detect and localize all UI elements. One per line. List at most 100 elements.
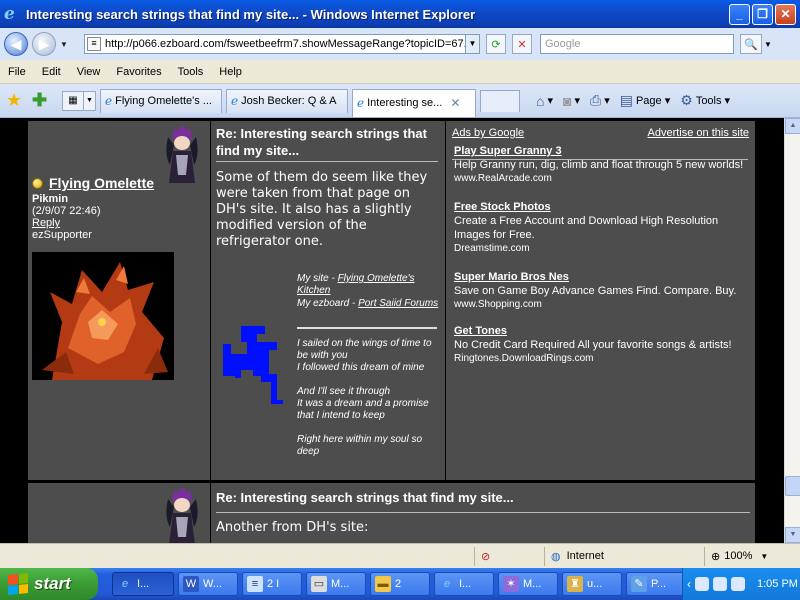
address-toolbar: ◀ ▶ ▼ ≡ http://p066.ezboard.com/fsweetbe… <box>0 28 800 60</box>
tools-menu[interactable]: ⚙ Tools ▾ <box>680 92 730 109</box>
address-dropdown[interactable]: ▼ <box>465 35 479 53</box>
ad-title-link[interactable]: Play Super Granny 3 <box>454 144 750 158</box>
app-icon: ✶ <box>503 576 519 592</box>
start-button[interactable]: start <box>0 568 98 600</box>
ad-url[interactable]: Dreamstime.com <box>454 242 750 256</box>
taskbar-notepad-button[interactable]: ≡ 2 I <box>242 572 302 596</box>
menu-view[interactable]: View <box>69 66 109 78</box>
menu-edit[interactable]: Edit <box>34 66 69 78</box>
sig-ezboard-link[interactable]: Port Saiid Forums <box>358 298 438 309</box>
home-icon[interactable]: ⌂ ▾ <box>536 93 553 109</box>
zoom-level: 100% <box>724 550 753 562</box>
post-divider <box>216 161 438 162</box>
tray-expand-icon[interactable]: ‹ <box>687 577 691 591</box>
globe-icon: ◍ <box>551 550 561 563</box>
search-input[interactable]: Google <box>540 34 734 54</box>
tab-label: Flying Omelette's ... <box>115 95 212 107</box>
print-icon[interactable]: ⎙ ▾ <box>590 92 610 109</box>
taskbar-ie2-button[interactable]: e I... <box>434 572 494 596</box>
advertise-link[interactable]: Advertise on this site <box>648 127 750 139</box>
ad-text: Save on Game Boy Advance Games Find. Com… <box>454 285 737 297</box>
menu-favorites[interactable]: Favorites <box>108 66 169 78</box>
tab-interesting-search[interactable]: e Interesting se... ✕ <box>352 88 476 117</box>
ad-url[interactable]: www.Shopping.com <box>454 298 750 312</box>
sig-poem-line-4: It was a dream and a promise that I inte… <box>297 398 429 421</box>
ad-title-link[interactable]: Free Stock Photos <box>454 200 750 214</box>
user-avatar-small <box>160 125 204 187</box>
folder-icon: ▬ <box>375 576 391 592</box>
taskbar-word-button[interactable]: W W... <box>178 572 238 596</box>
tab-josh-becker[interactable]: e Josh Becker: Q & A <box>226 88 348 113</box>
ad-title-link[interactable]: Super Mario Bros Nes <box>454 270 750 284</box>
add-favorite-icon[interactable]: ✚ <box>32 90 52 111</box>
zone-label: Internet <box>566 550 604 562</box>
title-bar: e Interesting search strings that find m… <box>0 0 800 28</box>
maximize-button[interactable]: ❐ <box>752 3 773 25</box>
address-url[interactable]: http://p066.ezboard.com/fsweetbeefrm7.sh… <box>105 38 465 50</box>
taskbar-folder-button[interactable]: ▬ 2 <box>370 572 430 596</box>
popup-blocked-icon[interactable]: ⊘ <box>474 546 544 566</box>
new-tab-button[interactable] <box>480 89 520 112</box>
scroll-down-button[interactable]: ▼ <box>785 527 800 543</box>
volume-icon[interactable] <box>713 577 727 591</box>
address-bar[interactable]: ≡ http://p066.ezboard.com/fsweetbeefrm7.… <box>84 34 480 54</box>
taskbar-label: I... <box>137 578 150 590</box>
username-link[interactable]: Flying Omelette <box>49 175 154 191</box>
sig-poem-line-1: I sailed on the wings of time to be with… <box>297 338 432 361</box>
ie-icon: e <box>443 578 451 590</box>
menu-tools[interactable]: Tools <box>170 66 212 78</box>
post2-title: Re: Interesting search strings that find… <box>216 490 514 505</box>
taskbar-label: P... <box>651 578 667 590</box>
page-menu[interactable]: ▤ Page ▾ <box>620 92 671 109</box>
taskbar-u-button[interactable]: ♜ u... <box>562 572 622 596</box>
tab-label: Interesting se... <box>367 97 443 109</box>
notepad-icon: ≡ <box>247 576 263 592</box>
ad-title-link[interactable]: Get Tones <box>454 324 750 338</box>
sig-site: My site - Flying Omelette's Kitchen <box>297 273 441 297</box>
signature-divider <box>297 327 437 329</box>
quick-tabs-button[interactable]: ▦ <box>62 90 84 111</box>
zoom-control[interactable]: ⊕ 100% ▼ <box>704 546 800 566</box>
close-tab-icon[interactable]: ✕ <box>450 96 460 110</box>
minimize-button[interactable]: _ <box>729 3 750 25</box>
reply-link[interactable]: Reply <box>32 217 60 229</box>
taskbar-m-button[interactable]: ✶ M... <box>498 572 558 596</box>
ads-by-google-link[interactable]: Ads by Google <box>452 127 524 139</box>
back-button[interactable]: ◀ <box>4 32 28 56</box>
recent-pages-dropdown[interactable]: ▼ <box>60 40 70 49</box>
favorites-star-icon[interactable]: ★ <box>6 90 26 111</box>
signature-logo <box>223 326 283 404</box>
menu-help[interactable]: Help <box>211 66 250 78</box>
security-zone[interactable]: ◍ Internet <box>544 546 704 566</box>
taskbar-ie-button[interactable]: e I... <box>112 572 174 596</box>
tab-flying-omelette[interactable]: e Flying Omelette's ... <box>100 88 222 113</box>
sig-site-label: My site - <box>297 273 338 284</box>
sig-poem-line-3: And I'll see it through <box>297 386 391 397</box>
post-date: (2/9/07 22:46) <box>32 205 101 217</box>
post1-author-panel: Flying Omelette Pikmin (2/9/07 22:46) Re… <box>28 121 210 480</box>
menu-file[interactable]: File <box>0 66 34 78</box>
search-options-dropdown[interactable]: ▼ <box>764 40 776 49</box>
ad-url[interactable]: www.RealArcade.com <box>454 172 750 186</box>
ie-logo-icon: e <box>4 4 15 24</box>
menu-bar: File Edit View Favorites Tools Help <box>0 60 800 84</box>
refresh-icon[interactable]: ⟳ <box>486 34 506 54</box>
vertical-scrollbar[interactable]: ▲ ▼ <box>784 118 800 543</box>
scroll-up-button[interactable]: ▲ <box>785 118 800 134</box>
tray-app-icon[interactable] <box>731 577 745 591</box>
taskbar-paint-button[interactable]: ✎ P... <box>626 572 686 596</box>
scroll-thumb[interactable] <box>785 476 800 496</box>
tab-list-dropdown[interactable]: ▼ <box>84 90 96 111</box>
close-button[interactable]: ✕ <box>775 3 796 25</box>
stop-icon[interactable]: ✕ <box>512 34 532 54</box>
forward-button[interactable]: ▶ <box>32 32 56 56</box>
taskbar-media-button[interactable]: ▭ M... <box>306 572 366 596</box>
clock[interactable]: 1:05 PM <box>757 578 798 590</box>
feeds-icon[interactable]: ◙ ▾ <box>563 93 580 109</box>
ad-text: Help Granny run, dig, climb and float th… <box>454 159 744 171</box>
ad-item: Play Super Granny 3 Help Granny run, dig… <box>454 144 750 186</box>
network-icon[interactable] <box>695 577 709 591</box>
window-title: Interesting search strings that find my … <box>26 6 476 22</box>
search-button[interactable]: 🔍 <box>740 34 762 54</box>
ad-url[interactable]: Ringtones.DownloadRings.com <box>454 352 750 366</box>
